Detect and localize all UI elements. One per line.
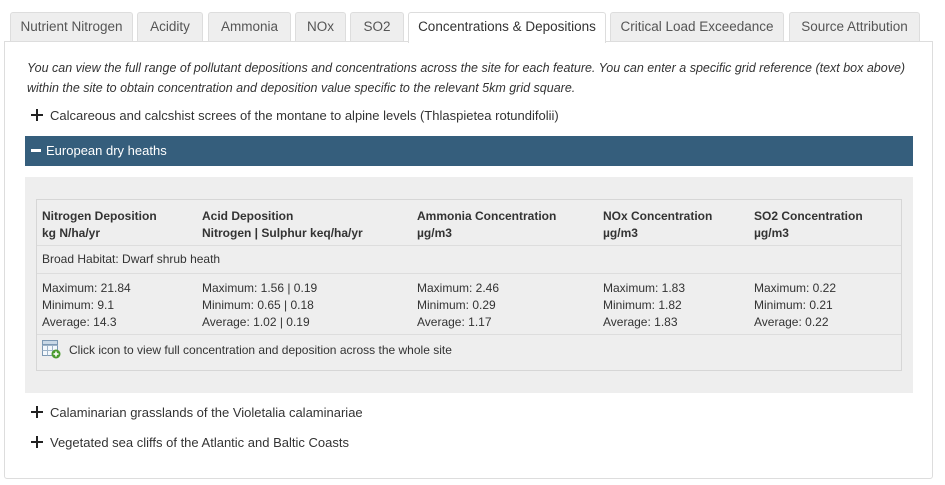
feature-calcareous-screes[interactable]: Calcareous and calcshist screes of the m…: [31, 106, 559, 126]
value-cell: Maximum: 1.83 Minimum: 1.82 Average: 1.8…: [603, 280, 685, 331]
column-unit: µg/m3: [754, 226, 789, 240]
feature-label: Vegetated sea cliffs of the Atlantic and…: [50, 435, 349, 450]
values-table: Nitrogen Deposition kg N/ha/yr Acid Depo…: [36, 199, 902, 371]
maximum-value: Maximum: 21.84: [42, 281, 131, 295]
feature-european-dry-heaths[interactable]: European dry heaths: [25, 136, 913, 166]
column-title: SO2 Concentration: [754, 209, 863, 223]
maximum-value: Maximum: 1.56 | 0.19: [202, 281, 318, 295]
value-cell: Maximum: 21.84 Minimum: 9.1 Average: 14.…: [42, 280, 131, 331]
column-header: Nitrogen Deposition kg N/ha/yr: [42, 208, 157, 242]
maximum-value: Maximum: 1.83: [603, 281, 686, 295]
feature-label: Calaminarian grasslands of the Violetali…: [50, 405, 363, 420]
minimum-value: Minimum: 9.1: [42, 298, 115, 312]
minus-icon: [31, 149, 41, 152]
feature-details: Nitrogen Deposition kg N/ha/yr Acid Depo…: [25, 177, 913, 393]
average-value: Average: 1.17: [417, 315, 492, 329]
feature-calaminarian-grasslands[interactable]: Calaminarian grasslands of the Violetali…: [31, 403, 363, 423]
average-value: Average: 1.02 | 0.19: [202, 315, 310, 329]
average-value: Average: 14.3: [42, 315, 117, 329]
column-title: Ammonia Concentration: [417, 209, 557, 223]
divider: [37, 273, 901, 274]
divider: [37, 334, 901, 335]
column-unit: Nitrogen | Sulphur keq/ha/yr: [202, 226, 363, 240]
tab-source-attribution[interactable]: Source Attribution: [789, 12, 920, 42]
tab-acidity[interactable]: Acidity: [137, 12, 203, 42]
full-site-link: Click icon to view full concentration an…: [42, 340, 452, 362]
divider: [37, 245, 901, 246]
maximum-value: Maximum: 2.46: [417, 281, 500, 295]
feature-label: Calcareous and calcshist screes of the m…: [50, 108, 559, 123]
column-header: Ammonia Concentration µg/m3: [417, 208, 556, 242]
feature-label: European dry heaths: [46, 143, 167, 158]
column-header: SO2 Concentration µg/m3: [754, 208, 863, 242]
tab-concentrations-depositions[interactable]: Concentrations & Depositions: [408, 12, 606, 43]
column-title: Acid Deposition: [202, 209, 294, 223]
minimum-value: Minimum: 1.82: [603, 298, 682, 312]
grid-add-icon[interactable]: [42, 340, 61, 359]
minimum-value: Minimum: 0.65 | 0.18: [202, 298, 314, 312]
tab-panel: You can view the full range of pollutant…: [4, 41, 933, 479]
value-cell: Maximum: 2.46 Minimum: 0.29 Average: 1.1…: [417, 280, 499, 331]
average-value: Average: 0.22: [754, 315, 829, 329]
plus-icon: [31, 436, 43, 448]
column-unit: µg/m3: [417, 226, 452, 240]
column-header: NOx Concentration µg/m3: [603, 208, 712, 242]
tab-so2[interactable]: SO2: [350, 12, 404, 42]
plus-icon: [31, 109, 43, 121]
tab-nutrient-nitrogen[interactable]: Nutrient Nitrogen: [10, 12, 133, 42]
intro-text: You can view the full range of pollutant…: [27, 61, 906, 95]
feature-vegetated-sea-cliffs[interactable]: Vegetated sea cliffs of the Atlantic and…: [31, 433, 349, 453]
column-title: Nitrogen Deposition: [42, 209, 157, 223]
column-unit: kg N/ha/yr: [42, 226, 101, 240]
column-header: Acid Deposition Nitrogen | Sulphur keq/h…: [202, 208, 363, 242]
value-cell: Maximum: 0.22 Minimum: 0.21 Average: 0.2…: [754, 280, 836, 331]
average-value: Average: 1.83: [603, 315, 678, 329]
broad-habitat: Broad Habitat: Dwarf shrub heath: [42, 252, 221, 266]
value-cell: Maximum: 1.56 | 0.19 Minimum: 0.65 | 0.1…: [202, 280, 317, 331]
plus-icon: [31, 406, 43, 418]
tab-critical-load-exceedance[interactable]: Critical Load Exceedance: [610, 12, 784, 42]
maximum-value: Maximum: 0.22: [754, 281, 837, 295]
tab-nox[interactable]: NOx: [295, 12, 346, 42]
minimum-value: Minimum: 0.29: [417, 298, 496, 312]
column-title: NOx Concentration: [603, 209, 713, 223]
tab-ammonia[interactable]: Ammonia: [208, 12, 291, 42]
full-site-link-text: Click icon to view full concentration an…: [69, 343, 452, 357]
minimum-value: Minimum: 0.21: [754, 298, 833, 312]
column-unit: µg/m3: [603, 226, 638, 240]
